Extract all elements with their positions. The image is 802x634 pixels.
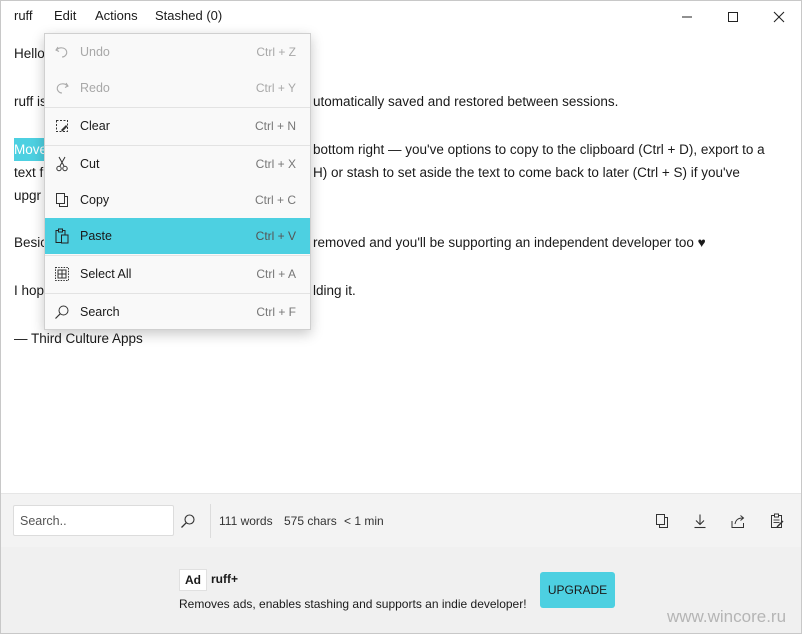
menu-item-label: Redo (80, 81, 110, 95)
editor-line: bottom right — you've options to copy to… (313, 142, 765, 157)
minimize-button[interactable] (664, 1, 710, 33)
menu-item-cut[interactable]: Cut Ctrl + X (45, 146, 310, 182)
download-icon (694, 514, 706, 529)
editor-line: I hop (14, 283, 45, 298)
editor-line: Besic (14, 235, 48, 250)
editor-line: Hello (14, 46, 45, 61)
stash-button[interactable] (767, 511, 787, 531)
bottom-toolbar: Search.. 111 words 575 chars < 1 min (1, 493, 801, 547)
paste-icon (55, 228, 69, 244)
editor-line: utomatically saved and restored between … (313, 94, 619, 109)
selected-text: Move (14, 138, 48, 161)
menu-item-label: Cut (80, 157, 100, 171)
editor-line: — Third Culture Apps (14, 331, 143, 346)
menu-item-paste[interactable]: Paste Ctrl + V (45, 218, 310, 254)
menu-actions[interactable]: Actions (95, 8, 138, 23)
ad-title: ruff+ (211, 572, 238, 586)
edit-menu: Undo Ctrl + Z Redo Ctrl + Y Clear Ctrl +… (44, 33, 311, 330)
redo-icon (56, 82, 69, 94)
copy-icon (56, 193, 68, 207)
menu-item-copy[interactable]: Copy Ctrl + C (45, 182, 310, 218)
stash-icon (771, 513, 784, 528)
editor-line: text f (14, 165, 44, 180)
menu-item-label: Select All (80, 267, 132, 281)
upgrade-button[interactable]: UPGRADE (540, 572, 615, 608)
cut-icon (56, 156, 68, 172)
select-all-icon (55, 267, 69, 281)
toolbar-divider (210, 504, 211, 538)
close-icon (773, 11, 785, 23)
clear-icon (56, 120, 68, 132)
menu-item-shortcut: Ctrl + C (254, 193, 296, 207)
menu-item-redo[interactable]: Redo Ctrl + Y (45, 70, 310, 106)
char-count: 575 chars (284, 514, 337, 528)
menu-item-clear[interactable]: Clear Ctrl + N (45, 108, 310, 144)
search-icon (181, 513, 195, 528)
editor-line: H) or stash to set aside the text to com… (313, 165, 740, 180)
app-window: ruff Edit Actions Stashed (0) Hello ruff… (0, 0, 802, 634)
maximize-icon (728, 12, 738, 22)
menu-item-shortcut: Ctrl + X (255, 157, 296, 171)
editor-line: ruff is (14, 94, 47, 109)
menu-item-label: Search (80, 305, 120, 319)
menu-stashed[interactable]: Stashed (0) (155, 8, 222, 23)
editor-line: lding it. (313, 283, 356, 298)
watermark: www.wincore.ru (667, 607, 787, 626)
copy-to-clipboard-button[interactable] (652, 511, 672, 531)
search-button[interactable] (174, 505, 202, 536)
close-button[interactable] (756, 1, 802, 33)
export-button[interactable] (690, 511, 710, 531)
maximize-button[interactable] (710, 1, 756, 33)
minimize-icon (682, 16, 692, 18)
ad-description: Removes ads, enables stashing and suppor… (179, 597, 527, 611)
copy-icon (656, 514, 668, 528)
menu-item-undo[interactable]: Undo Ctrl + Z (45, 34, 310, 70)
read-time: < 1 min (344, 514, 384, 528)
menu-bar: ruff Edit Actions Stashed (0) (1, 1, 801, 33)
menu-item-search[interactable]: Search Ctrl + F (45, 294, 310, 330)
search-input[interactable]: Search.. (13, 505, 174, 536)
menu-item-label: Copy (80, 193, 110, 207)
menu-item-shortcut: Ctrl + N (254, 119, 296, 133)
menu-item-shortcut: Ctrl + Z (256, 45, 296, 59)
menu-item-shortcut: Ctrl + A (256, 267, 296, 281)
ad-badge: Ad (179, 569, 207, 591)
share-icon (731, 515, 745, 528)
menu-item-shortcut: Ctrl + F (256, 305, 296, 319)
menu-item-label: Paste (80, 229, 112, 243)
menu-item-label: Clear (80, 119, 110, 133)
menu-item-select-all[interactable]: Select All Ctrl + A (45, 256, 310, 292)
editor-line: upgr (14, 188, 42, 203)
undo-icon (55, 46, 68, 58)
word-count: 111 words (219, 514, 273, 528)
editor-line: removed and you'll be supporting an inde… (313, 235, 706, 250)
menu-item-label: Undo (80, 45, 110, 59)
app-name: ruff (14, 8, 33, 23)
menu-item-shortcut: Ctrl + Y (255, 81, 296, 95)
search-icon (55, 305, 69, 319)
share-button[interactable] (728, 511, 748, 531)
menu-edit[interactable]: Edit (54, 8, 76, 23)
menu-item-shortcut: Ctrl + V (255, 229, 296, 243)
